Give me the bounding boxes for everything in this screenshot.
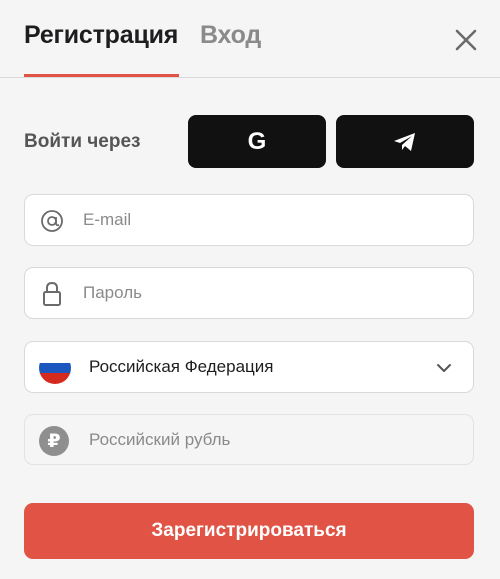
google-login-button[interactable]: G xyxy=(188,115,326,168)
chevron-down-icon xyxy=(437,364,451,372)
password-input[interactable] xyxy=(83,268,463,318)
russia-flag-icon xyxy=(39,352,71,384)
tab-login[interactable]: Вход xyxy=(200,21,261,50)
telegram-icon xyxy=(394,132,415,151)
currency-field: ₽ Российский рубль xyxy=(24,414,474,465)
google-icon: G xyxy=(247,127,267,155)
close-icon xyxy=(455,29,477,51)
lock-icon xyxy=(39,281,65,307)
at-sign-icon xyxy=(39,208,65,234)
close-button[interactable] xyxy=(452,26,480,54)
social-login-label: Войти через xyxy=(24,131,141,152)
auth-header: Регистрация Вход xyxy=(0,0,500,78)
telegram-login-button[interactable] xyxy=(336,115,474,168)
active-tab-indicator xyxy=(24,74,179,77)
tab-register[interactable]: Регистрация xyxy=(24,21,178,50)
password-field[interactable] xyxy=(24,267,474,319)
register-button[interactable]: Зарегистрироваться xyxy=(24,503,474,559)
currency-value: Российский рубль xyxy=(89,430,231,449)
country-selected-value: Российская Федерация xyxy=(89,357,274,376)
email-input[interactable] xyxy=(83,195,463,245)
email-field[interactable] xyxy=(24,194,474,246)
ruble-icon: ₽ xyxy=(39,426,69,456)
country-select[interactable]: Российская Федерация xyxy=(24,341,474,393)
